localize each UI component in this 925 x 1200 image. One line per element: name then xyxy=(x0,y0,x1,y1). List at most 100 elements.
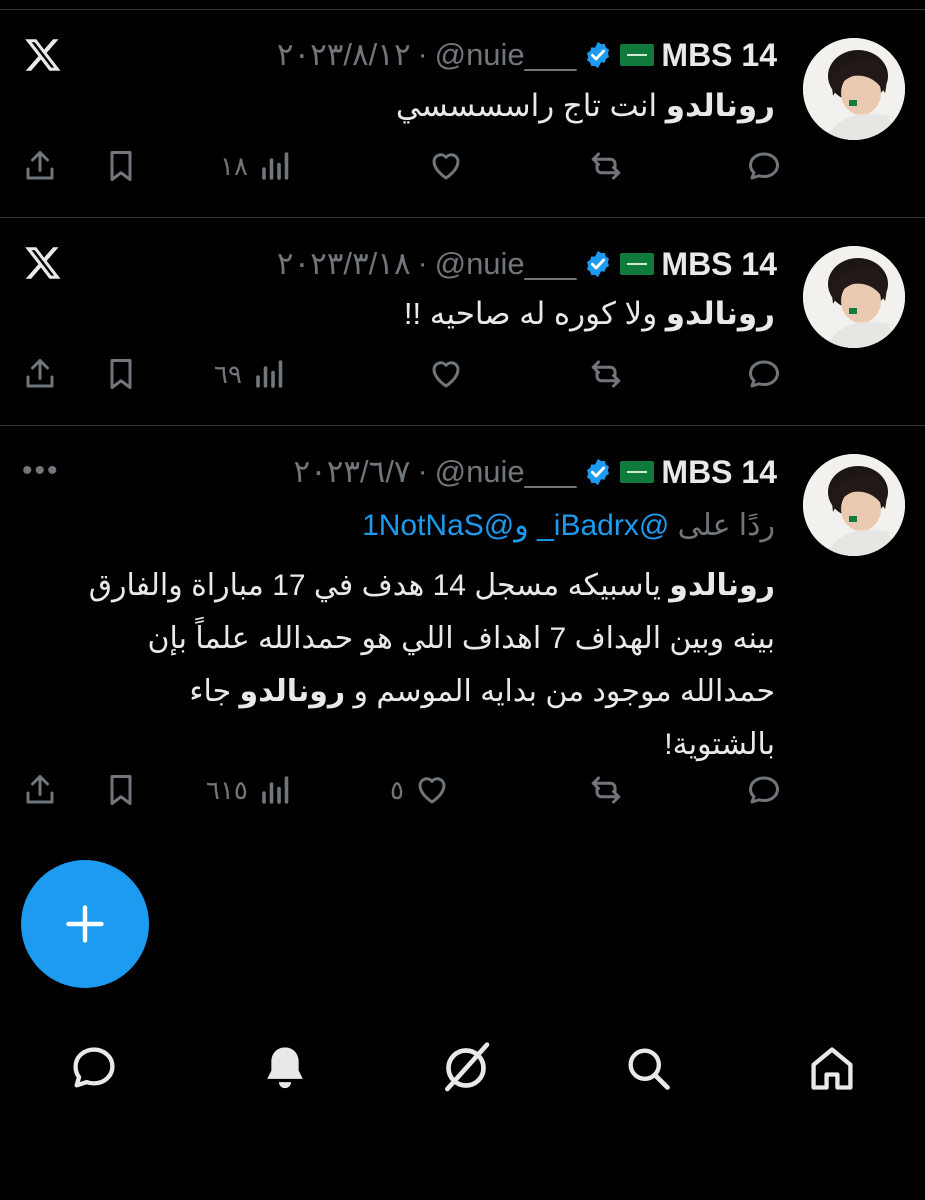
reply-mention-1[interactable]: @iBadrx_ xyxy=(537,509,669,542)
reply-icon xyxy=(749,152,779,180)
views-count: ١٨ xyxy=(220,150,248,181)
x-logo-icon xyxy=(25,247,61,279)
plus-icon xyxy=(66,905,104,943)
saudi-flag-icon xyxy=(620,44,655,66)
tweet-text-rest: انت تاج راسسسسي xyxy=(395,88,666,123)
heart-icon xyxy=(418,777,446,804)
likes-count: ٥ xyxy=(390,774,404,805)
tweet-text-line-2: بينه وبين الهداف 7 اهداف اللي هو حمدالله… xyxy=(147,622,776,655)
avatar-image xyxy=(803,38,905,140)
nav-search[interactable] xyxy=(618,1038,678,1098)
home-icon xyxy=(811,1047,853,1090)
tweet-actions: ٦٩ xyxy=(0,354,925,394)
user-handle[interactable]: @nuie___ xyxy=(435,454,577,490)
tweet-date[interactable]: ٢٠٢٣/٣/١٨ xyxy=(277,246,411,282)
tweet-text: رونالدو ياسبيكه مسجل 14 هدف في 17 مباراة… xyxy=(15,559,775,771)
tweet-date[interactable]: ٢٠٢٣/٨/١٢ xyxy=(277,37,411,73)
like-button[interactable] xyxy=(418,354,464,394)
reply-icon xyxy=(749,360,779,388)
bookmark-button[interactable] xyxy=(103,354,139,394)
tweet-header: MBS 14 @nuie___ · ٢٠٢٣/٨/١٢ xyxy=(277,33,777,77)
separator-dot: · xyxy=(417,38,428,71)
tweet-text-bold: رونالدو xyxy=(239,675,346,708)
tweet-text: رونالدو انت تاج راسسسسي xyxy=(396,88,775,124)
more-options-button[interactable]: ••• xyxy=(22,454,60,488)
tweet-3[interactable]: MBS 14 @nuie___ · ٢٠٢٣/٦/٧ ••• ردًا على … xyxy=(0,426,925,846)
nav-messages[interactable] xyxy=(64,1038,124,1098)
tweet-text-part: حمدالله موجود من بدايه الموسم و xyxy=(345,675,775,708)
reply-mention-2[interactable]: @1NotNaS xyxy=(362,509,514,542)
views-button[interactable]: ١٨ xyxy=(220,146,294,186)
avatar[interactable] xyxy=(803,38,905,140)
bookmark-icon xyxy=(110,775,132,805)
bookmark-button[interactable] xyxy=(103,146,139,186)
tweet-text-bold: رونالدو xyxy=(665,296,775,331)
tweet-actions: ١٨ xyxy=(0,146,925,186)
retweet-icon xyxy=(591,360,621,388)
tweet-text-bold: رونالدو xyxy=(669,569,775,602)
share-button[interactable] xyxy=(22,146,58,186)
bookmark-button[interactable] xyxy=(103,770,139,810)
views-icon xyxy=(256,360,283,388)
reply-button[interactable] xyxy=(736,770,782,810)
tweet-text-bold: رونالدو xyxy=(665,88,775,123)
verified-badge-icon xyxy=(587,458,610,486)
share-icon xyxy=(26,359,54,388)
bottom-navigation xyxy=(0,1030,925,1110)
display-name[interactable]: MBS 14 xyxy=(661,454,777,491)
notifications-bell-icon xyxy=(267,1047,303,1089)
views-count: ٦١٥ xyxy=(206,774,248,805)
tweet-text: رونالدو ولا كوره له صاحيه !! xyxy=(404,296,775,332)
display-name[interactable]: MBS 14 xyxy=(661,246,777,283)
tweet-text-part: جاء xyxy=(189,675,240,708)
views-button[interactable]: ٦٩ xyxy=(214,354,288,394)
tweet-2[interactable]: MBS 14 @nuie___ · ٢٠٢٣/٣/١٨ رونالدو ولا … xyxy=(0,218,925,426)
share-button[interactable] xyxy=(22,354,58,394)
retweet-icon xyxy=(591,152,621,180)
reply-context: ردًا على @iBadrx_ و@1NotNaS xyxy=(362,508,775,543)
verified-badge-icon xyxy=(587,250,610,278)
bookmark-icon xyxy=(110,359,132,389)
like-button[interactable] xyxy=(418,146,464,186)
tweet-header: MBS 14 @nuie___ · ٢٠٢٣/٦/٧ xyxy=(293,450,777,494)
retweet-icon xyxy=(591,776,621,804)
verified-badge-icon xyxy=(587,41,610,69)
reply-and: و xyxy=(514,509,538,542)
views-count: ٦٩ xyxy=(214,358,242,389)
share-button[interactable] xyxy=(22,770,58,810)
reply-button[interactable] xyxy=(736,146,782,186)
nav-grok[interactable] xyxy=(436,1038,496,1098)
user-handle[interactable]: @nuie___ xyxy=(435,37,577,73)
retweet-button[interactable] xyxy=(578,770,624,810)
display-name[interactable]: MBS 14 xyxy=(661,37,777,74)
views-button[interactable]: ٦١٥ xyxy=(206,770,294,810)
reply-button[interactable] xyxy=(736,354,782,394)
tweet-text-line-4: بالشتوية! xyxy=(664,728,775,761)
retweet-button[interactable] xyxy=(578,146,624,186)
views-icon xyxy=(262,776,289,804)
tweet-header: MBS 14 @nuie___ · ٢٠٢٣/٣/١٨ xyxy=(277,242,777,286)
tweet-text-line-3: حمدالله موجود من بدايه الموسم و رونالدو … xyxy=(15,665,775,718)
avatar-image xyxy=(803,246,905,348)
tweet-date[interactable]: ٢٠٢٣/٦/٧ xyxy=(293,454,410,490)
nav-notifications[interactable] xyxy=(255,1038,315,1098)
retweet-button[interactable] xyxy=(578,354,624,394)
avatar[interactable] xyxy=(803,246,905,348)
messages-icon xyxy=(73,1047,115,1088)
reply-prefix: ردًا على xyxy=(669,509,775,542)
tweet-1[interactable]: MBS 14 @nuie___ · ٢٠٢٣/٨/١٢ رونالدو انت … xyxy=(0,0,925,218)
avatar[interactable] xyxy=(803,454,905,556)
share-icon xyxy=(26,151,54,180)
tweet-text-line-1: رونالدو ياسبيكه مسجل 14 هدف في 17 مباراة… xyxy=(15,559,775,612)
user-handle[interactable]: @nuie___ xyxy=(435,246,577,282)
share-icon xyxy=(26,775,54,804)
saudi-flag-icon xyxy=(620,461,655,483)
tweet-actions: ٦١٥ ٥ xyxy=(0,770,925,810)
reply-icon xyxy=(749,776,779,804)
nav-home[interactable] xyxy=(802,1038,862,1098)
views-icon xyxy=(262,152,289,180)
like-button[interactable]: ٥ xyxy=(390,770,450,810)
compose-tweet-button[interactable] xyxy=(21,860,149,988)
search-icon xyxy=(628,1048,670,1090)
separator-dot: · xyxy=(417,455,428,488)
